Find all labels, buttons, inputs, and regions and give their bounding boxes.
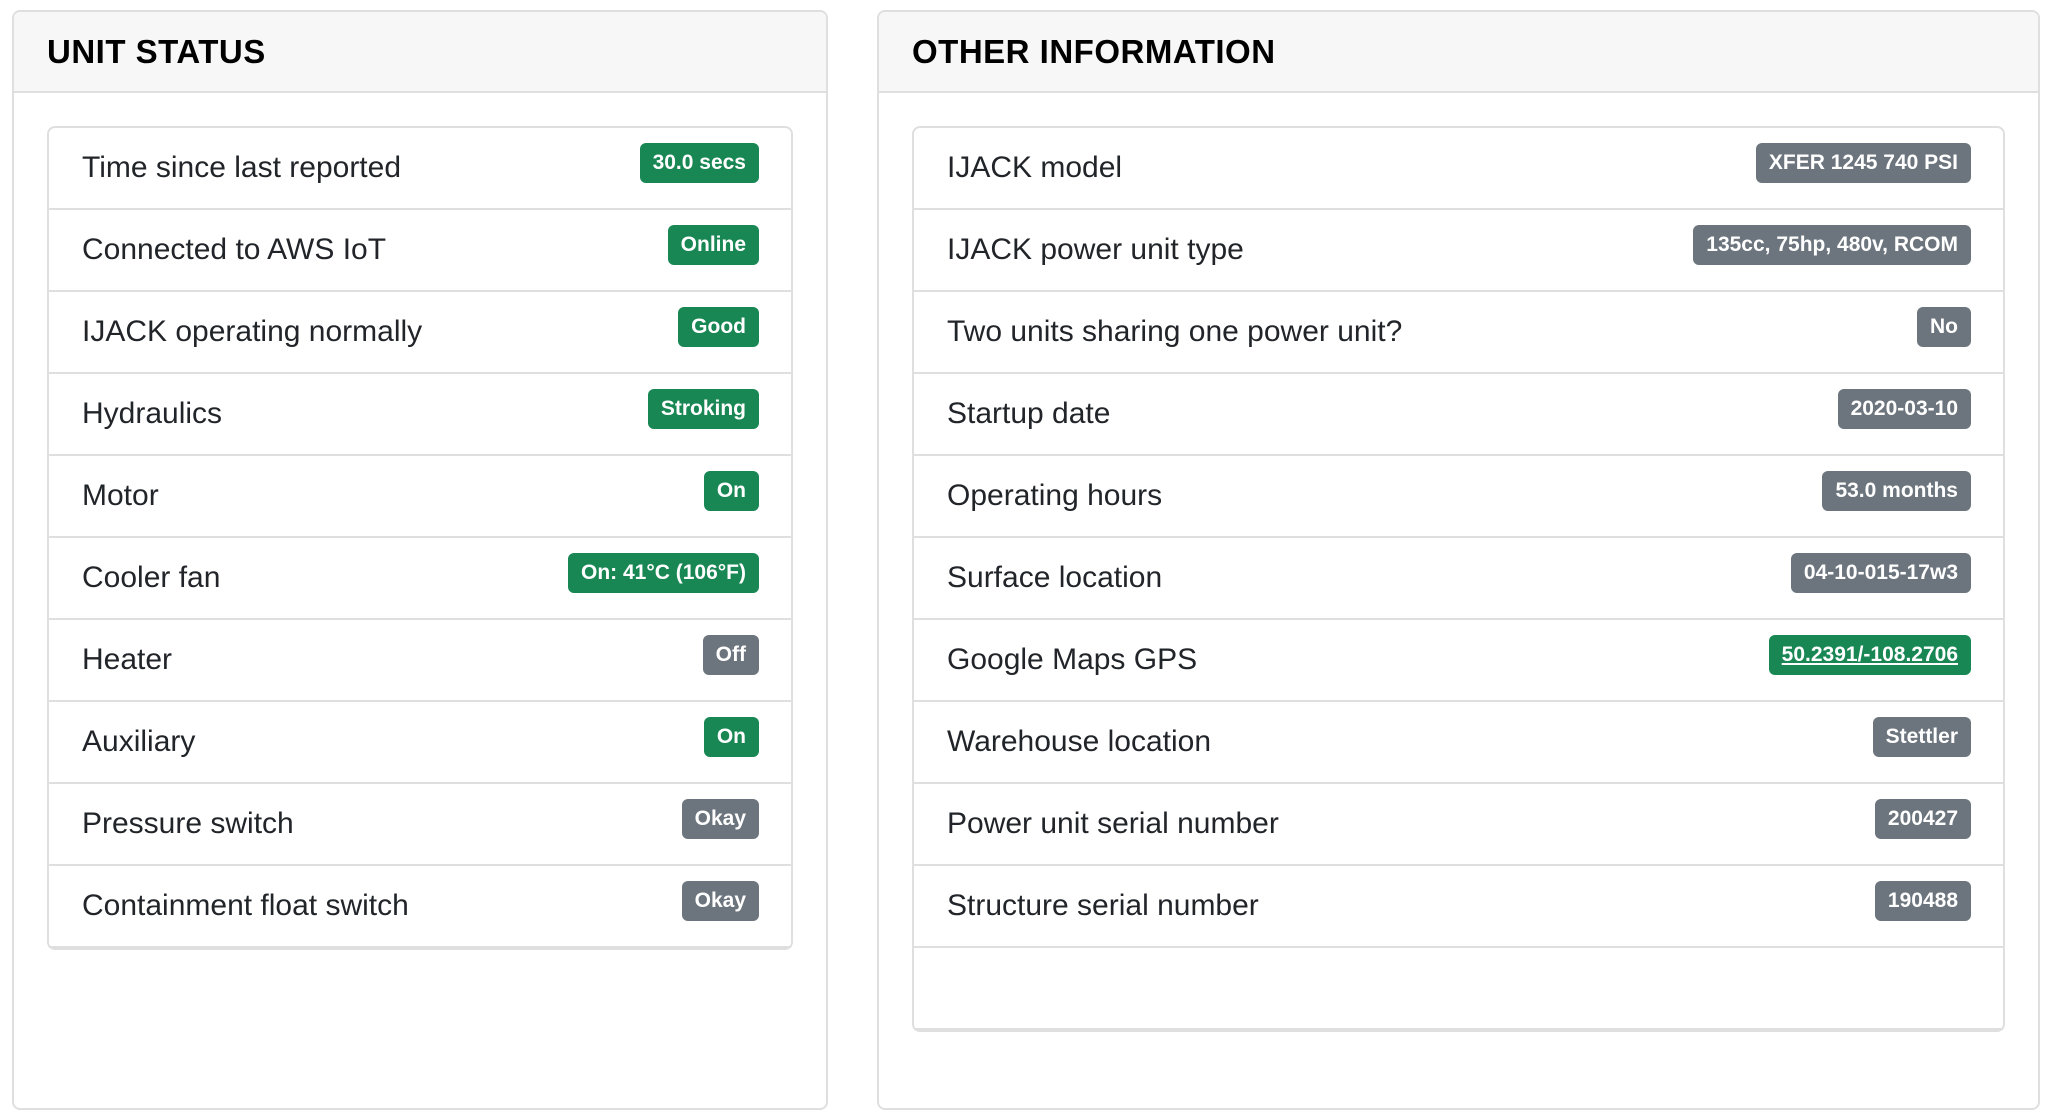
row-label: Containment float switch [82,889,409,922]
list-item-warehouse-location: Warehouse location Stettler [914,702,2003,784]
row-label: Cooler fan [82,561,221,594]
unit-status-list: Time since last reported 30.0 secs Connect… [47,126,793,950]
list-item-structure-serial-number: Structure serial number 190488 [914,866,2003,948]
status-badge: Online [667,225,759,265]
status-badge: Off [702,635,759,675]
list-item-ijack-power-unit-type: IJACK power unit type 135cc, 75hp, 480v, … [914,210,2003,292]
unit-status-title: UNIT STATUS [47,32,266,70]
list-item-time-since-last-reported: Time since last reported 30.0 secs [49,128,791,210]
row-label: Startup date [947,397,1111,430]
list-item-cooler-fan: Cooler fan On: 41°C (106°F) [49,538,791,620]
list-item-ijack-model: IJACK model XFER 1245 740 PSI [914,128,2003,210]
row-label: Google Maps GPS [947,643,1198,676]
list-item-row [914,948,2003,1030]
status-badge: On [703,717,759,757]
list-item-hydraulics: Hydraulics Stroking [49,374,791,456]
row-label: IJACK model [947,151,1123,184]
status-badge: On [703,471,759,511]
row-label: Hydraulics [82,397,223,430]
status-badge: Good [678,307,759,347]
row-label: Two units sharing one power unit? [947,315,1403,348]
row-label: Motor [82,479,159,512]
list-item-pressure-switch: Pressure switch Okay [49,784,791,866]
status-badge: Stettler [1872,717,1971,757]
status-badge: 2020-03-10 [1837,389,1971,429]
status-badge: 200427 [1874,799,1971,839]
row-label: Auxiliary [82,725,196,758]
list-item-heater: Heater Off [49,620,791,702]
row-label: Operating hours [947,479,1163,512]
list-item-operating-hours: Operating hours 53.0 months [914,456,2003,538]
row-label: Connected to AWS IoT [82,233,387,266]
status-badge: 135cc, 75hp, 480v, RCOM [1693,225,1971,265]
list-item-surface-location: Surface location 04-10-015-17w3 [914,538,2003,620]
row-label: Heater [82,643,173,676]
status-badge[interactable]: 50.2391/-108.2706 [1768,635,1971,675]
list-item-ijack-operating-normally: IJACK operating normally Good [49,292,791,374]
list-item-startup-date: Startup date 2020-03-10 [914,374,2003,456]
row-label: Time since last reported [82,151,402,184]
row-label: Surface location [947,561,1163,594]
list-item-motor: Motor On [49,456,791,538]
list-item-two-units-sharing-one-power-unit: Two units sharing one power unit? No [914,292,2003,374]
other-information-header: OTHER INFORMATION [879,12,2038,93]
status-badge: XFER 1245 740 PSI [1755,143,1971,183]
status-badge: No [1917,307,1971,347]
row-label: Structure serial number [947,889,1259,922]
row-label: Warehouse location [947,725,1212,758]
row-label: Pressure switch [82,807,294,840]
status-badge: 04-10-015-17w3 [1790,553,1971,593]
other-information-card: OTHER INFORMATION IJACK model XFER 1245 7… [877,10,2040,1110]
status-badge: Stroking [647,389,759,429]
status-badge: On: 41°C (106°F) [568,553,759,593]
list-item-power-unit-serial-number: Power unit serial number 200427 [914,784,2003,866]
other-information-title: OTHER INFORMATION [912,32,1276,70]
row-label: Power unit serial number [947,807,1279,840]
unit-status-header: UNIT STATUS [14,12,826,93]
status-badge: Okay [681,881,759,921]
list-item-google-maps-gps: Google Maps GPS 50.2391/-108.2706 [914,620,2003,702]
status-badge: 53.0 months [1822,471,1971,511]
status-badge: 190488 [1874,881,1971,921]
row-label: IJACK power unit type [947,233,1244,266]
list-item-connected-to-aws-iot: Connected to AWS IoT Online [49,210,791,292]
gps-link[interactable]: 50.2391/-108.2706 [1782,643,1958,666]
status-badge: Okay [681,799,759,839]
unit-status-card: UNIT STATUS Time since last reported 30.0… [12,10,828,1110]
list-item-containment-float-switch: Containment float switch Okay [49,866,791,948]
list-item-auxiliary: Auxiliary On [49,702,791,784]
row-label: IJACK operating normally [82,315,423,348]
other-information-list: IJACK model XFER 1245 740 PSI IJACK power … [912,126,2005,1032]
status-badge: 30.0 secs [639,143,759,183]
